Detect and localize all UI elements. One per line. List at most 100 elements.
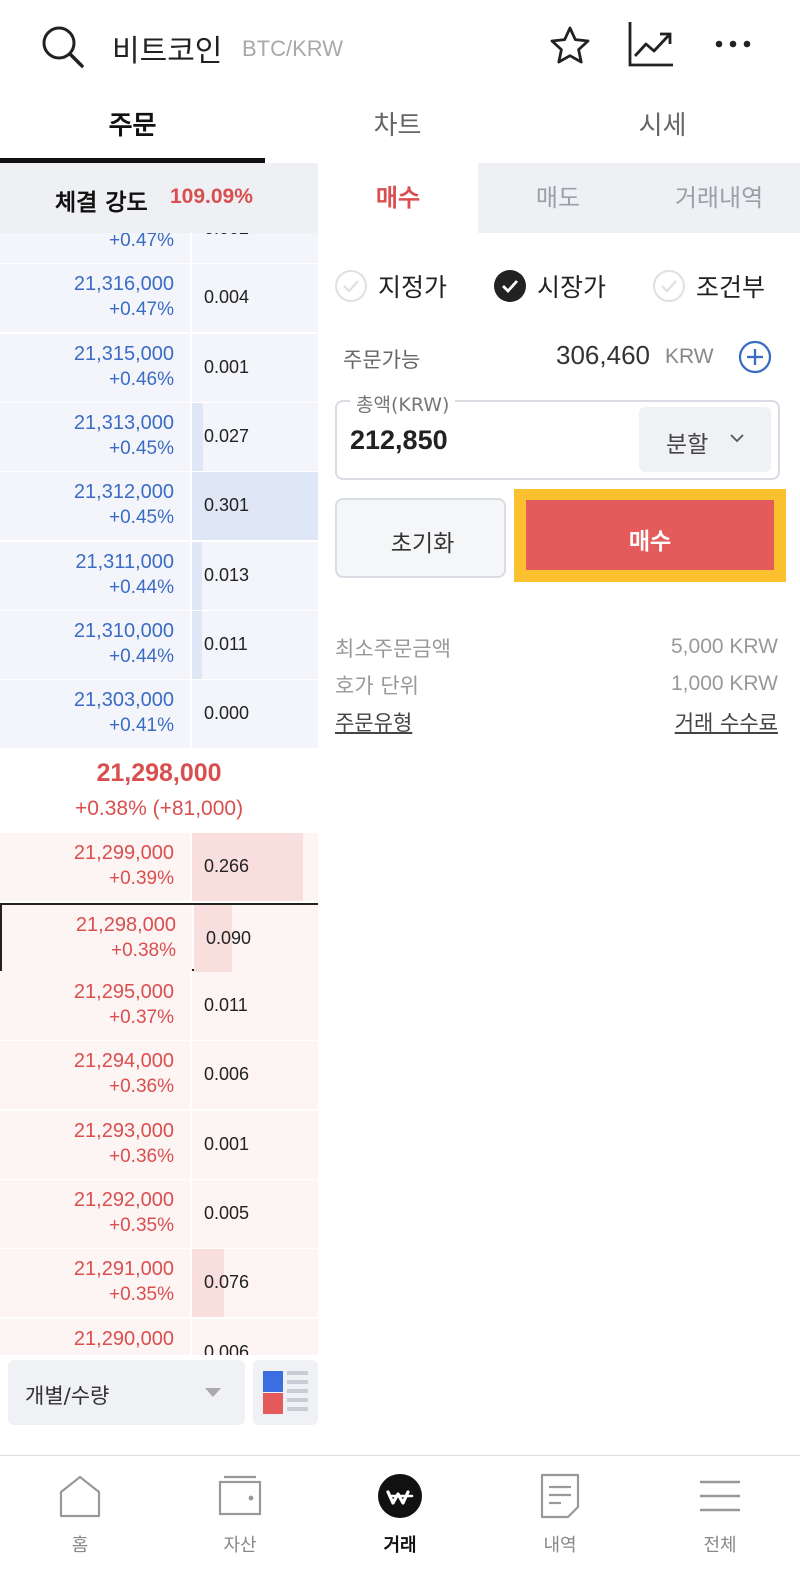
ask-price: 21,312,000 (73, 481, 174, 504)
nav-trade[interactable]: 거래 (320, 1456, 480, 1578)
ask-change-pct: +0.47% (109, 233, 174, 251)
ask-row[interactable]: 21,303,000 +0.41% 0.000 (0, 680, 318, 749)
qty-mode-select[interactable]: 개별/수량 (8, 1360, 245, 1425)
tab-buy[interactable]: 매수 (318, 163, 478, 233)
ask-price: 21,313,000 (73, 411, 174, 434)
bid-price: 21,290,000 (73, 1327, 174, 1350)
bid-change-pct: +0.36% (109, 1145, 174, 1167)
bid-price-cell: 21,293,000 +0.36% (0, 1110, 190, 1179)
header: 비트코인 BTC/KRW (0, 0, 800, 95)
bid-row[interactable]: 21,294,000 +0.36% 0.006 (0, 1041, 318, 1110)
ask-row[interactable]: 21,310,000 +0.44% 0.011 (0, 610, 318, 679)
ask-row[interactable]: 21,315,000 +0.46% 0.001 (0, 333, 318, 402)
bid-row[interactable]: 21,298,000 +0.38% 0.090 (0, 902, 318, 973)
ask-volume: 0.013 (204, 564, 250, 585)
ask-volume-cell: 0.000 (192, 680, 318, 749)
order-type-limit[interactable]: 지정가 (335, 268, 465, 304)
tab-history[interactable]: 거래내역 (638, 163, 800, 233)
bid-price-cell: 21,292,000 +0.35% (0, 1179, 190, 1248)
min-order-label: 최소주문금액 (335, 637, 451, 661)
order-type-limit-label: 지정가 (378, 273, 448, 302)
ask-price-cell: 21,312,000 +0.45% (0, 472, 190, 541)
bid-volume-cell: 0.266 (192, 833, 318, 902)
bid-row[interactable]: 21,299,000 +0.39% 0.266 (0, 833, 318, 902)
split-order-button[interactable]: 분할 (639, 407, 771, 472)
order-type-info-link[interactable]: 주문유형 (335, 707, 412, 737)
trade-fee-link[interactable]: 거래 수수료 (560, 707, 778, 737)
bid-row[interactable]: 21,295,000 +0.37% 0.011 (0, 972, 318, 1040)
home-icon (59, 1475, 101, 1518)
search-icon[interactable] (40, 24, 86, 70)
bid-row[interactable]: 21,293,000 +0.36% 0.001 (0, 1110, 318, 1179)
ask-price-cell: +0.47% (0, 233, 190, 263)
trade-icon (378, 1474, 422, 1518)
nav-history[interactable]: 내역 (480, 1456, 640, 1578)
ask-row[interactable]: 21,313,000 +0.45% 0.027 (0, 402, 318, 471)
order-type-market[interactable]: 시장가 (494, 268, 624, 304)
tab-chart[interactable]: 차트 (265, 95, 530, 162)
bid-volume: 0.006 (204, 1341, 250, 1356)
ask-change-pct: +0.45% (109, 437, 174, 459)
ask-price: 21,315,000 (73, 342, 174, 365)
bid-price-cell: 21,294,000 +0.36% (0, 1041, 190, 1110)
current-price-block: 21,298,000 +0.38% (+81,000) (0, 749, 318, 832)
more-icon[interactable] (712, 26, 756, 62)
bid-price: 21,294,000 (73, 1050, 174, 1073)
bid-change-pct: +0.37% (109, 1007, 174, 1028)
ask-row[interactable]: 21,311,000 +0.44% 0.013 (0, 541, 318, 610)
available-value: 306,460 (556, 340, 650, 370)
trade-strength: 체결 강도 109.09% (0, 163, 318, 233)
bid-change-pct: +0.38% (111, 939, 176, 961)
checked-icon (494, 270, 526, 302)
orderbook-layout-icon (263, 1371, 308, 1414)
ask-change-pct: +0.45% (109, 507, 174, 529)
nav-assets[interactable]: 자산 (160, 1456, 320, 1578)
ask-row[interactable]: 21,316,000 +0.47% 0.004 (0, 264, 318, 333)
ask-row[interactable]: 21,312,000 +0.45% 0.301 (0, 472, 318, 541)
ask-price-cell: 21,316,000 +0.47% (0, 264, 190, 333)
bid-row[interactable]: 21,291,000 +0.35% 0.076 (0, 1249, 318, 1318)
ask-volume-bar (192, 541, 203, 610)
order-book[interactable]: +0.47% 0.002 21,316,000 +0.47% 0.004 21,315,0… (0, 233, 318, 1355)
caret-down-icon (205, 1388, 221, 1397)
bid-volume-cell: 0.011 (192, 972, 318, 1040)
ask-volume-cell: 0.001 (192, 333, 318, 402)
unchecked-icon (653, 270, 685, 302)
ask-volume: 0.011 (204, 633, 248, 654)
bid-volume-cell: 0.090 (194, 904, 318, 973)
nav-all-label: 전체 (703, 1535, 737, 1556)
coin-pair: BTC/KRW (242, 36, 344, 61)
nav-assets-label: 자산 (223, 1535, 257, 1556)
ask-volume-cell: 0.002 (192, 233, 318, 263)
ask-row[interactable]: +0.47% 0.002 (0, 233, 318, 263)
amount-value[interactable]: 212,850 (350, 425, 448, 456)
add-circle-icon[interactable] (738, 340, 772, 374)
bid-price: 21,293,000 (73, 1119, 174, 1142)
reset-button[interactable]: 초기화 (335, 498, 506, 578)
buy-button[interactable]: 매수 (526, 500, 774, 570)
ask-change-pct: +0.47% (109, 299, 174, 321)
ask-volume-bar (192, 402, 204, 471)
available-unit: KRW (665, 345, 714, 368)
buy-button-label: 매수 (628, 529, 672, 555)
ask-price: 21,303,000 (73, 689, 174, 712)
bid-price-cell: 21,299,000 +0.39% (0, 833, 190, 902)
nav-all[interactable]: 전체 (640, 1456, 800, 1578)
bid-volume: 0.011 (204, 995, 248, 1015)
nav-home[interactable]: 홈 (0, 1456, 160, 1578)
order-type-conditional[interactable]: 조건부 (653, 268, 783, 304)
bid-row[interactable]: 21,290,000 0.006 (0, 1318, 318, 1356)
tab-order[interactable]: 주문 (0, 95, 265, 162)
qty-mode-label: 개별/수량 (25, 1384, 110, 1408)
ask-volume-cell: 0.004 (192, 264, 318, 333)
bid-volume: 0.090 (206, 927, 252, 948)
chart-line-icon[interactable] (627, 20, 675, 68)
order-type-conditional-label: 조건부 (696, 273, 766, 302)
ask-price-cell: 21,313,000 +0.45% (0, 402, 190, 471)
orderbook-view-toggle[interactable] (253, 1360, 318, 1425)
tab-quotes[interactable]: 시세 (530, 95, 795, 162)
star-icon[interactable] (548, 24, 592, 68)
wallet-icon (218, 1475, 262, 1516)
bid-row[interactable]: 21,292,000 +0.35% 0.005 (0, 1179, 318, 1248)
tab-sell[interactable]: 매도 (478, 163, 638, 233)
